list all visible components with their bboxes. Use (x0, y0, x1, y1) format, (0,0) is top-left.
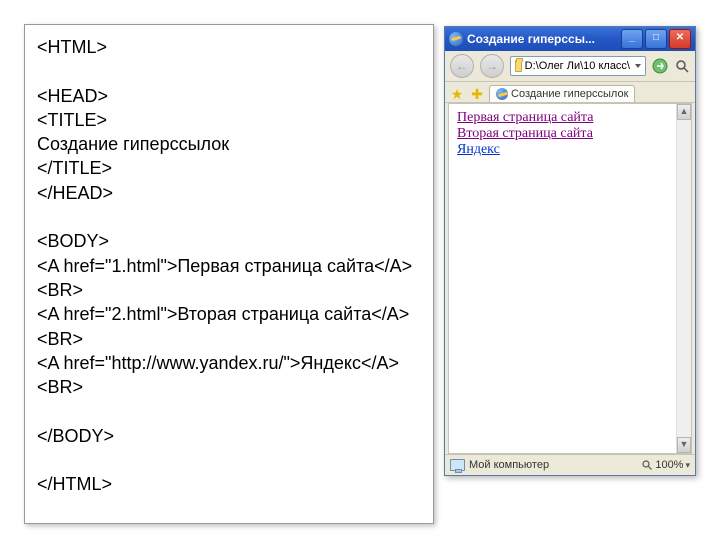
browser-window: Создание гиперссы... _ □ ✕ ← → D:\Олег Л… (444, 26, 696, 476)
address-dropdown-icon[interactable] (635, 64, 641, 68)
security-zone: Мой компьютер (450, 459, 635, 471)
back-button[interactable]: ← (450, 54, 474, 78)
link-second-page[interactable]: Вторая страница сайта (457, 126, 593, 141)
status-bar: Мой компьютер 100% ▾ (445, 454, 695, 475)
ie-icon (449, 32, 463, 46)
address-bar[interactable]: D:\Олег Ли\10 класс\ (510, 56, 646, 76)
page-content: Первая страница сайта Вторая страница са… (448, 103, 692, 454)
tab-label: Создание гиперссылок (511, 88, 628, 100)
window-controls: _ □ ✕ (621, 29, 691, 49)
zoom-icon (641, 459, 653, 471)
tab-ie-icon (496, 88, 508, 100)
address-text: D:\Олег Ли\10 класс\ (525, 60, 630, 72)
favorites-icon[interactable]: ★ (449, 86, 465, 102)
vertical-scrollbar[interactable]: ▲ ▼ (676, 104, 691, 453)
add-favorites-icon[interactable]: ✚ (469, 86, 485, 102)
zone-label: Мой компьютер (469, 459, 549, 471)
go-button[interactable] (652, 58, 668, 74)
nav-toolbar: ← → D:\Олег Ли\10 класс\ (445, 51, 695, 82)
window-title: Создание гиперссы... (467, 32, 617, 46)
zoom-dropdown-icon[interactable]: ▾ (685, 460, 690, 471)
computer-icon (450, 459, 465, 471)
forward-button[interactable]: → (480, 54, 504, 78)
zoom-value: 100% (655, 459, 683, 471)
search-icon[interactable] (674, 58, 690, 74)
close-button[interactable]: ✕ (669, 29, 691, 49)
window-titlebar[interactable]: Создание гиперссы... _ □ ✕ (445, 27, 695, 51)
link-first-page[interactable]: Первая страница сайта (457, 110, 593, 125)
maximize-button[interactable]: □ (645, 29, 667, 49)
minimize-button[interactable]: _ (621, 29, 643, 49)
folder-icon (515, 60, 522, 72)
scroll-down-button[interactable]: ▼ (677, 437, 691, 453)
zoom-control[interactable]: 100% ▾ (641, 459, 690, 471)
scroll-up-button[interactable]: ▲ (677, 104, 691, 120)
browser-tab[interactable]: Создание гиперссылок (489, 85, 635, 102)
link-yandex[interactable]: Яндекс (457, 142, 500, 157)
tab-bar: ★ ✚ Создание гиперссылок (445, 82, 695, 103)
html-code-block: <HTML> <HEAD> <TITLE> Создание гиперссыл… (24, 24, 434, 524)
